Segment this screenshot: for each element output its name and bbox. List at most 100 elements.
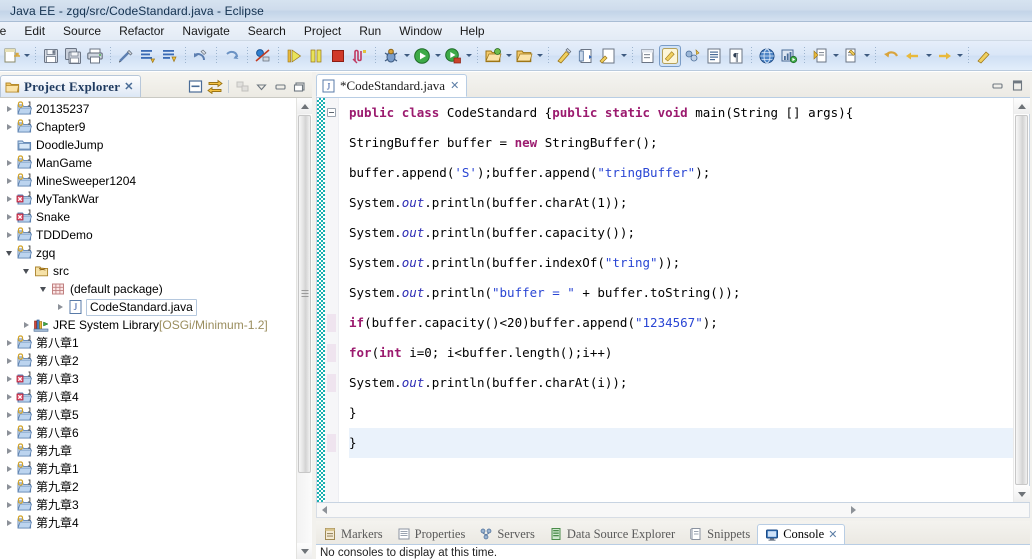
twisty-collapsed-icon[interactable] <box>2 334 16 352</box>
toolbar-dropdown-arrow[interactable] <box>464 45 473 67</box>
tree-item-20135237[interactable]: 20135237 <box>0 100 296 118</box>
toolbar-dropdown-arrow[interactable] <box>22 45 31 67</box>
open-task-icon[interactable] <box>137 45 159 67</box>
menu-navigate[interactable]: Navigate <box>173 22 238 40</box>
resume-icon[interactable] <box>283 45 305 67</box>
suspend-icon[interactable] <box>305 45 327 67</box>
close-icon[interactable]: ✕ <box>450 79 459 92</box>
project-tree-scrollbar[interactable] <box>296 98 312 559</box>
menu-edit[interactable]: Edit <box>15 22 54 40</box>
twisty-collapsed-icon[interactable] <box>2 226 16 244</box>
menu-source[interactable]: Source <box>54 22 110 40</box>
link-with-editor-icon[interactable] <box>206 78 223 95</box>
toggle-ant-mark-icon[interactable] <box>159 45 181 67</box>
open-task-2-icon[interactable] <box>575 45 597 67</box>
scroll-down-icon[interactable] <box>297 543 312 559</box>
tree-item-4[interactable]: 第九章4 <box>0 514 296 532</box>
menu-help[interactable]: Help <box>451 22 494 40</box>
editor-scrollbar[interactable] <box>1013 98 1030 502</box>
show-whitespace-icon[interactable] <box>703 45 725 67</box>
tree-item-3[interactable]: 第八章3 <box>0 370 296 388</box>
save-icon[interactable] <box>40 45 62 67</box>
twisty-collapsed-icon[interactable] <box>2 496 16 514</box>
menu-window[interactable]: Window <box>390 22 451 40</box>
tree-item-5[interactable]: 第八章5 <box>0 406 296 424</box>
scroll-down-icon[interactable] <box>1014 486 1030 502</box>
back-icon[interactable] <box>880 45 902 67</box>
new-package-icon[interactable] <box>513 45 535 67</box>
tree-item-1[interactable]: 第九章1 <box>0 460 296 478</box>
twisty-collapsed-icon[interactable] <box>19 316 33 334</box>
scroll-left-icon[interactable] <box>317 504 332 517</box>
restore-icon[interactable] <box>1009 77 1026 94</box>
chevron-down-icon[interactable] <box>253 78 270 95</box>
tree-item-codestandard-java[interactable]: J CodeStandard.java <box>0 298 296 316</box>
maximize-icon[interactable] <box>291 78 308 95</box>
tree-item-minesweeper1204[interactable]: MineSweeper1204 <box>0 172 296 190</box>
undo-icon[interactable] <box>190 45 212 67</box>
fold-collapse-icon[interactable] <box>327 108 336 117</box>
menu-search[interactable]: Search <box>239 22 295 40</box>
twisty-collapsed-icon[interactable] <box>2 154 16 172</box>
tree-item-3[interactable]: 第九章3 <box>0 496 296 514</box>
scrollbar-thumb[interactable] <box>1015 115 1028 485</box>
link-editor-icon[interactable] <box>681 45 703 67</box>
tree-item-tdddemo[interactable]: TDDDemo <box>0 226 296 244</box>
disconnect-icon[interactable] <box>349 45 371 67</box>
last-edit-location-icon[interactable] <box>973 45 995 67</box>
twisty-collapsed-icon[interactable] <box>2 388 16 406</box>
web-browser-icon[interactable] <box>756 45 778 67</box>
twisty-collapsed-icon[interactable] <box>2 172 16 190</box>
tree-item-mangame[interactable]: ManGame <box>0 154 296 172</box>
tree-item-chapter9[interactable]: Chapter9 <box>0 118 296 136</box>
twisty-collapsed-icon[interactable] <box>2 370 16 388</box>
view-menu-icon[interactable] <box>234 78 251 95</box>
minimize-icon[interactable] <box>989 77 1006 94</box>
tab-data-source-explorer[interactable]: Data Source Explorer <box>542 524 682 544</box>
tree-item-2[interactable]: 第九章2 <box>0 478 296 496</box>
scroll-right-icon[interactable] <box>680 504 1030 517</box>
menu-run[interactable]: Run <box>350 22 390 40</box>
toolbar-dropdown-arrow[interactable] <box>402 45 411 67</box>
tree-item-default-package[interactable]: (default package) <box>0 280 296 298</box>
tree-item-jre-system-library[interactable]: JRE System Library [OSGi/Minimum-1.2] <box>0 316 296 334</box>
tab-markers[interactable]: Markers <box>316 524 390 544</box>
tree-item-2[interactable]: 第八章2 <box>0 352 296 370</box>
code-editor[interactable]: public class CodeStandard {public static… <box>316 98 1030 503</box>
tree-item-6[interactable]: 第八章6 <box>0 424 296 442</box>
tree-item-doodlejump[interactable]: DoodleJump <box>0 136 296 154</box>
tree-item-src[interactable]: src <box>0 262 296 280</box>
toolbar-dropdown-arrow[interactable] <box>535 45 544 67</box>
debug-icon[interactable] <box>380 45 402 67</box>
toolbar-dropdown-arrow[interactable] <box>955 45 964 67</box>
skip-breakpoints-icon[interactable] <box>252 45 274 67</box>
tree-item-1[interactable]: 第八章1 <box>0 334 296 352</box>
run-icon[interactable] <box>411 45 433 67</box>
next-annotation-icon[interactable] <box>637 45 659 67</box>
close-icon[interactable]: ✕ <box>828 528 837 541</box>
next-edit-icon[interactable] <box>809 45 831 67</box>
twisty-collapsed-icon[interactable] <box>2 190 16 208</box>
twisty-collapsed-icon[interactable] <box>2 460 16 478</box>
twisty-collapsed-icon[interactable] <box>2 352 16 370</box>
toolbar-dropdown-arrow[interactable] <box>862 45 871 67</box>
tab-console[interactable]: Console ✕ <box>757 524 846 544</box>
twisty-expanded-icon[interactable] <box>2 244 16 262</box>
menu-refactor[interactable]: Refactor <box>110 22 173 40</box>
menu-file[interactable]: File <box>0 22 15 40</box>
twisty-collapsed-icon[interactable] <box>2 514 16 532</box>
tab-codestandard-java[interactable]: J *CodeStandard.java ✕ <box>316 74 468 97</box>
twisty-collapsed-icon[interactable] <box>2 100 16 118</box>
tab-project-explorer[interactable]: Project Explorer ✕ <box>0 75 141 97</box>
menu-project[interactable]: Project <box>295 22 350 40</box>
twisty-expanded-icon[interactable] <box>19 262 33 280</box>
redo-icon[interactable] <box>221 45 243 67</box>
tab-properties[interactable]: Properties <box>390 524 473 544</box>
tree-item-[interactable]: 第九章 <box>0 442 296 460</box>
twisty-collapsed-icon[interactable] <box>2 478 16 496</box>
scroll-up-icon[interactable] <box>297 98 312 114</box>
toolbar-dropdown-arrow[interactable] <box>924 45 933 67</box>
forward-left-icon[interactable] <box>902 45 924 67</box>
previous-edit-icon[interactable] <box>840 45 862 67</box>
pilcrow-icon[interactable]: ¶ <box>725 45 747 67</box>
